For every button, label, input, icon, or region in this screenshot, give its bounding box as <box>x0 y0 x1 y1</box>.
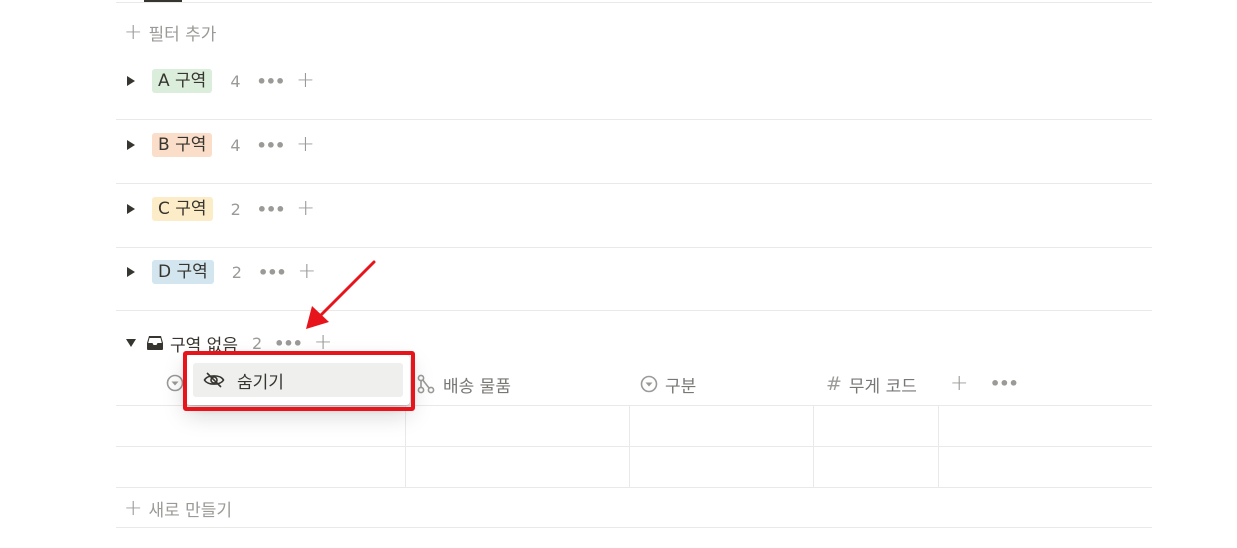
relation-icon <box>416 374 436 394</box>
column-header-label: 무게 코드 <box>848 376 917 397</box>
inbox-icon <box>146 335 164 351</box>
add-item-plus-icon[interactable]: + <box>296 70 314 92</box>
add-item-plus-icon[interactable]: + <box>296 198 314 220</box>
add-item-plus-icon[interactable]: + <box>296 134 314 156</box>
annotation-highlight-box <box>183 351 415 411</box>
group-row-b: B 구역 4 ••• + <box>116 120 1152 184</box>
plus-icon: + <box>124 495 143 521</box>
group-tag[interactable]: D 구역 <box>152 260 214 284</box>
group-count: 4 <box>230 135 241 155</box>
column-header-label: 구분 <box>665 376 697 397</box>
collapsed-toggle-icon[interactable] <box>124 138 138 152</box>
collapsed-toggle-icon[interactable] <box>124 202 138 216</box>
group-row-a: A 구역 4 ••• + <box>116 56 1152 120</box>
group-tag[interactable]: C 구역 <box>152 197 213 221</box>
annotation-arrow-icon <box>306 260 376 329</box>
more-options-icon[interactable]: ••• <box>257 72 286 91</box>
add-property-plus-icon[interactable]: + <box>950 373 968 395</box>
column-header-label: 배송 물품 <box>443 376 511 397</box>
divider <box>116 527 1152 528</box>
select-icon <box>166 374 184 396</box>
group-count: 4 <box>230 71 241 91</box>
group-count: 2 <box>231 262 242 282</box>
table-row[interactable] <box>116 447 1152 488</box>
plus-icon: + <box>124 19 143 45</box>
group-row-d: D 구역 2 ••• + <box>116 247 1152 311</box>
column-header-delivery-item[interactable]: 배송 물품 <box>416 371 511 397</box>
group-count: 2 <box>230 199 241 219</box>
column-header-category[interactable]: 구분 <box>640 371 696 397</box>
group-count: 2 <box>251 333 263 353</box>
number-icon: # <box>826 373 842 395</box>
divider <box>116 2 1152 3</box>
add-filter-label: 필터 추가 <box>148 25 217 45</box>
column-header-weight-code[interactable]: # 무게 코드 <box>826 371 917 397</box>
group-row-c: C 구역 2 ••• + <box>116 184 1152 248</box>
more-options-icon[interactable]: ••• <box>257 200 286 219</box>
add-filter-button[interactable]: + 필터 추가 <box>124 20 216 45</box>
table-row[interactable] <box>116 406 1152 447</box>
more-options-icon[interactable]: ••• <box>258 263 287 282</box>
group-tag[interactable]: B 구역 <box>152 133 213 157</box>
new-row-label: 새로 만들기 <box>148 501 233 521</box>
new-row-button[interactable]: + 새로 만들기 <box>124 496 232 521</box>
expanded-toggle-icon[interactable] <box>124 336 138 350</box>
group-tag[interactable]: A 구역 <box>152 69 213 93</box>
more-options-icon[interactable]: ••• <box>257 136 286 155</box>
more-options-icon[interactable]: ••• <box>274 334 303 353</box>
select-icon <box>640 375 658 393</box>
more-options-icon[interactable]: ••• <box>990 374 1019 393</box>
collapsed-toggle-icon[interactable] <box>124 265 138 279</box>
collapsed-toggle-icon[interactable] <box>124 74 138 88</box>
